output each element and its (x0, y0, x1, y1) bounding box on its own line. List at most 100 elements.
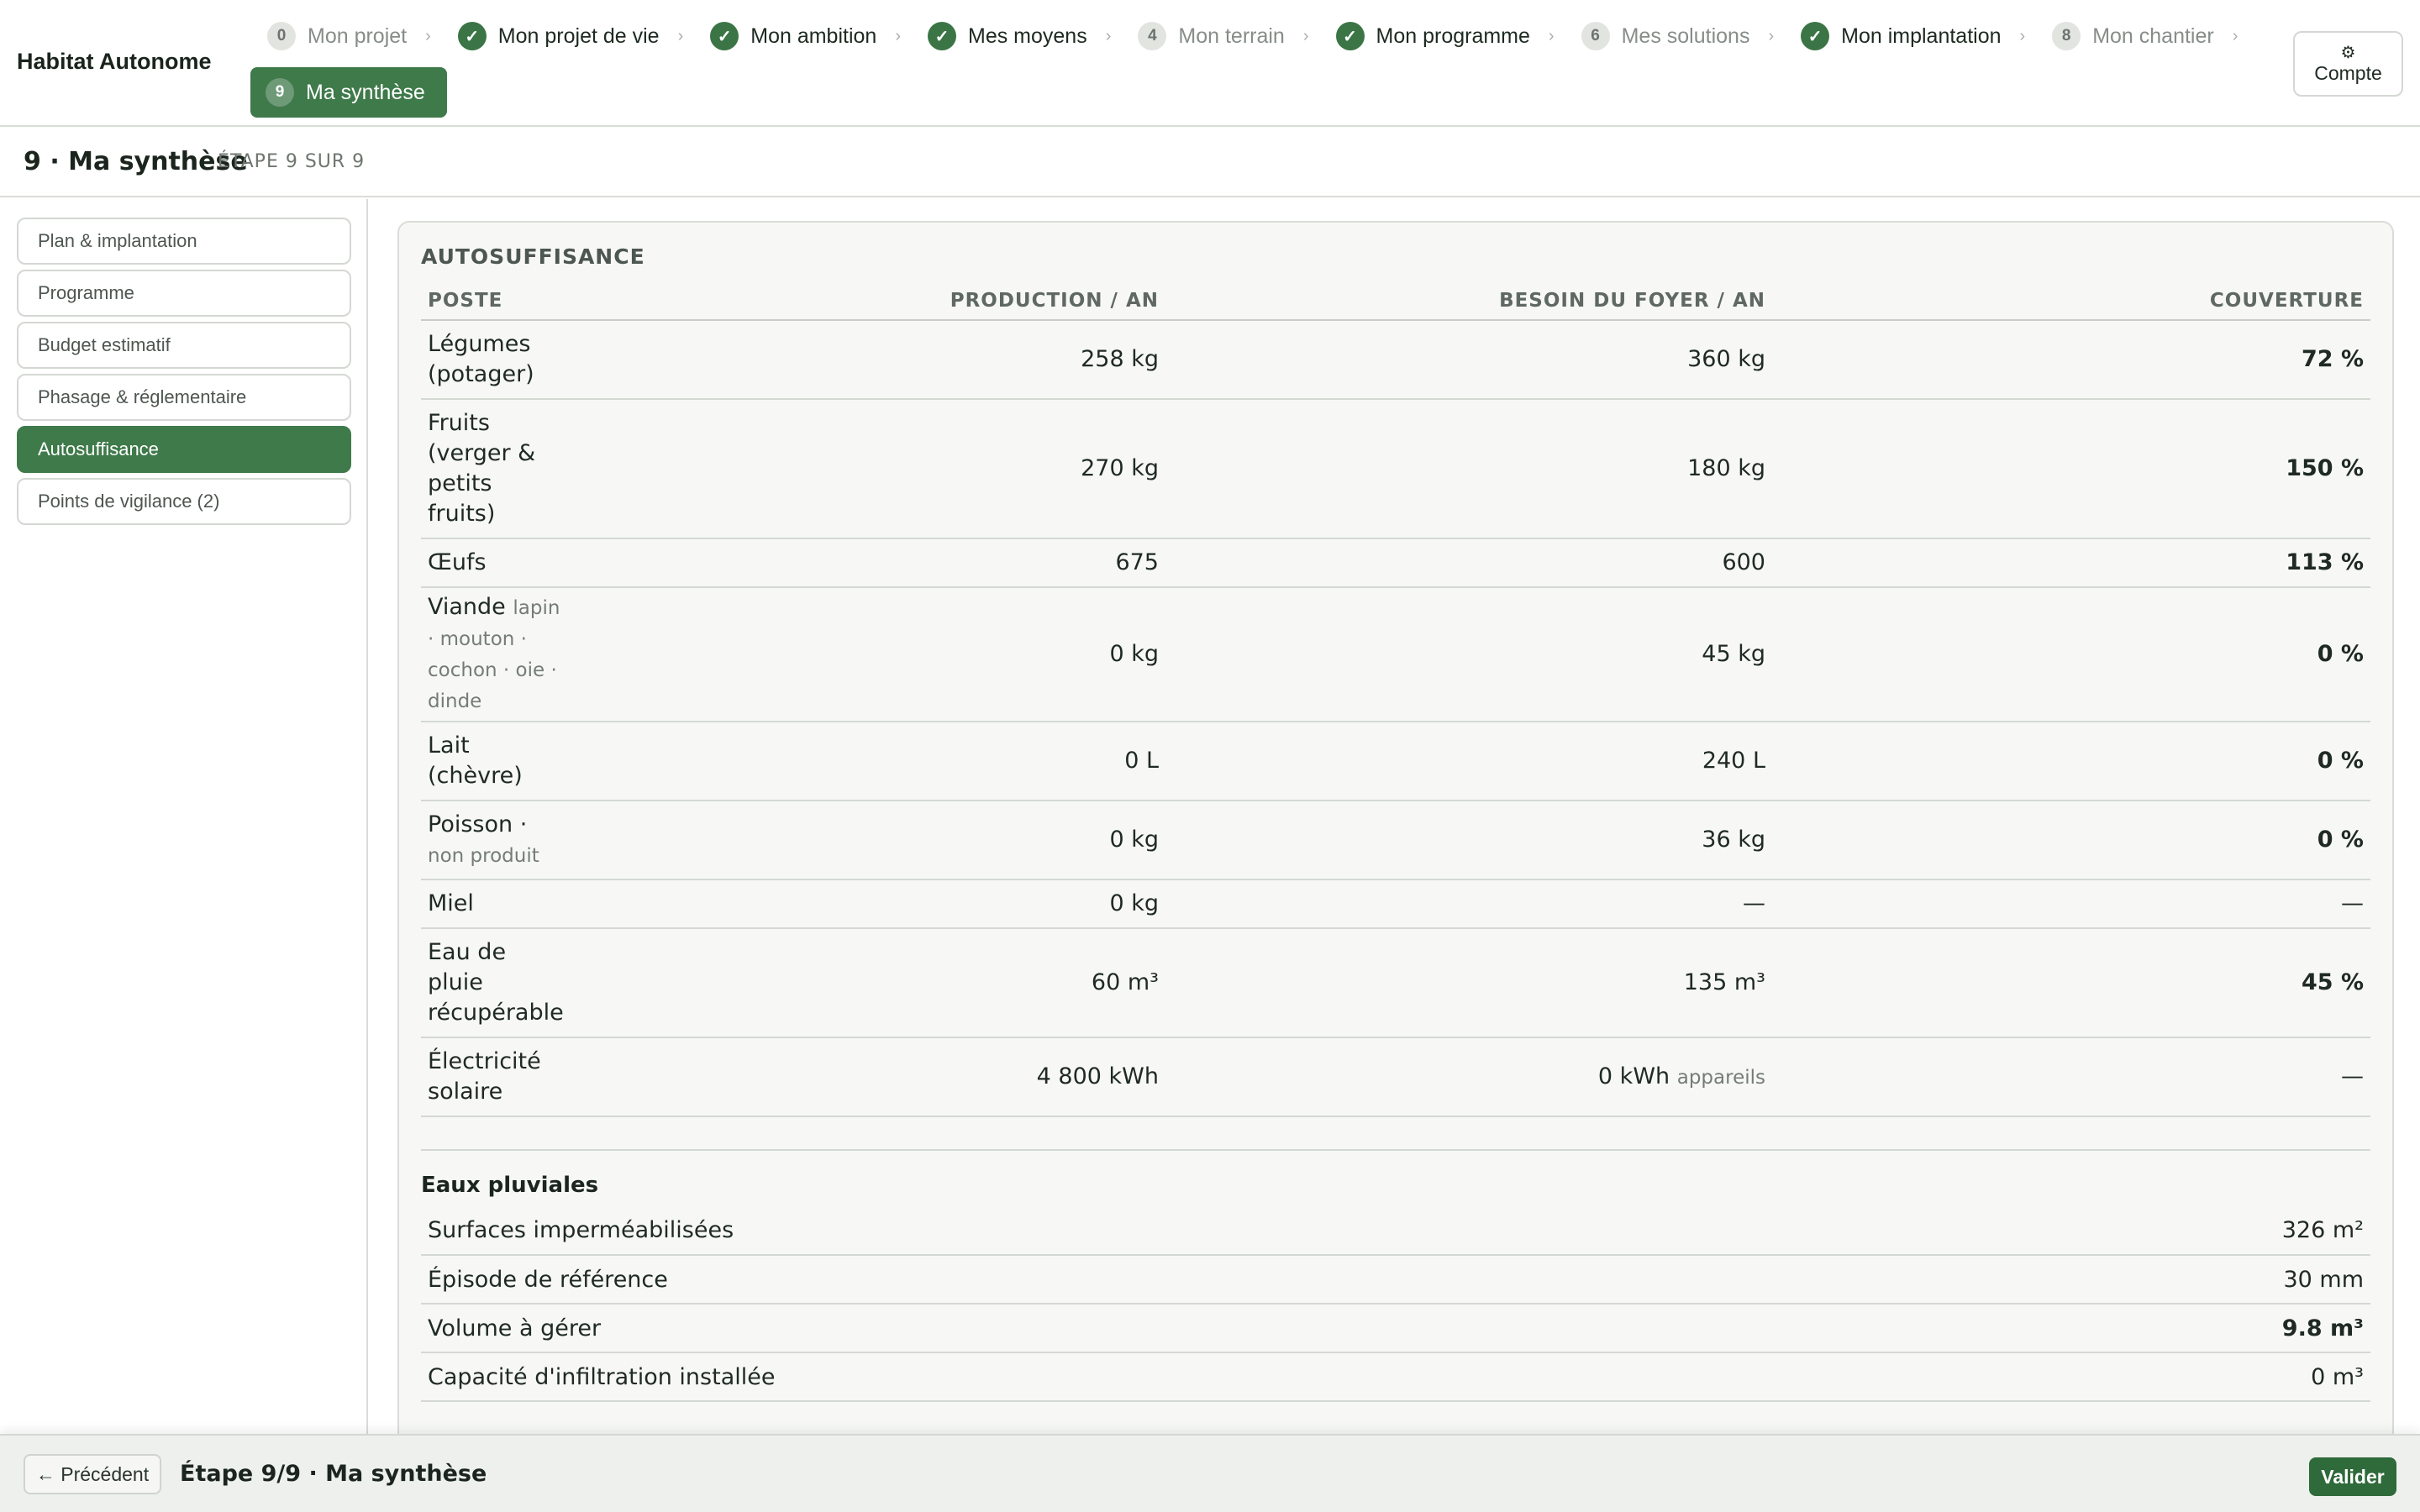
account-button[interactable]: ⚙ Compte (2293, 31, 2403, 97)
cell-besoin: 45 kg (1165, 587, 1772, 722)
poste-label: Lait (chèvre) (428, 732, 523, 789)
besoin-value: 36 kg (1702, 827, 1765, 853)
step-label: Mes moyens (968, 24, 1087, 48)
step-label: Mon projet (308, 24, 408, 48)
step-8[interactable]: 8 Mon chantier › (2035, 13, 2248, 59)
sidebar-item-label: Plan & implantation (38, 230, 197, 251)
besoin-value: 240 L (1702, 748, 1765, 774)
sidebar-item-autosuffisance[interactable]: Autosuffisance (17, 426, 351, 473)
cell-couverture: 72 % (1772, 320, 2370, 400)
table-row: Électricité solaire 4 800 kWh 0 kWh appare… (421, 1037, 2370, 1117)
poste-detail: non produit (428, 844, 539, 867)
table-row: Viande lapin · mouton · cochon · oie · d… (421, 587, 2370, 722)
besoin-value: 0 kWh (1597, 1063, 1670, 1089)
chevron-right-icon: › (1548, 26, 1555, 45)
step-label: Mon projet de vie (497, 24, 660, 48)
check-icon: ✓ (928, 22, 956, 50)
check-icon: ✓ (457, 22, 487, 50)
step-label: Mon chantier (2092, 24, 2214, 48)
rain-label: Épisode de référence (421, 1255, 1765, 1305)
table-row: Légumes (potager) 258 kg 360 kg 72 % (421, 320, 2370, 400)
cell-production: 270 kg (572, 399, 1165, 539)
sidebar-item-phasage[interactable]: Phasage & réglementaire (17, 374, 351, 421)
step-0[interactable]: 0 Mon projet › (250, 13, 441, 59)
sidebar-item-label: Budget estimatif (38, 334, 171, 355)
chevron-right-icon: › (1302, 26, 1309, 45)
sidebar-item-label: Programme (38, 282, 134, 303)
chevron-right-icon: › (2232, 26, 2238, 45)
step-label: Mon programme (1376, 24, 1530, 48)
table-row: Surfaces imperméabilisées 326 m² (421, 1206, 2370, 1256)
step-9[interactable]: 9 Ma synthèse (250, 67, 447, 118)
sidebar: Plan & implantation Programme Budget est… (0, 199, 368, 1434)
chevron-right-icon: › (895, 26, 901, 45)
table-row: Eau de pluie récupérable 60 m³ 135 m³ 45 % (421, 928, 2370, 1038)
step-3[interactable]: ✓ Mes moyens › (911, 13, 1121, 59)
step-label: Mon implantation (1841, 24, 2002, 48)
rain-value: 326 m² (1765, 1206, 2370, 1256)
chevron-right-icon: › (1768, 26, 1775, 45)
table-row: Épisode de référence 30 mm (421, 1255, 2370, 1305)
step-navigation: 0 Mon projet › ✓ Mon projet de vie › ✓ Mon ambi… (250, 13, 2284, 118)
poste-label: Fruits (verger & petits fruits) (428, 410, 536, 527)
besoin-value: 135 m³ (1683, 969, 1765, 995)
cell-couverture: 0 % (1772, 801, 2370, 880)
cell-production: 258 kg (572, 320, 1165, 400)
cell-couverture: 0 % (1772, 587, 2370, 722)
cell-poste: Œufs (421, 538, 572, 588)
cell-poste: Électricité solaire (421, 1037, 572, 1117)
sidebar-item-programme[interactable]: Programme (17, 270, 351, 317)
cell-besoin: 600 (1165, 538, 1772, 588)
top-bar: Habitat Autonome 0 Mon projet › ✓ Mon projet… (0, 0, 2420, 127)
step-1[interactable]: ✓ Mon projet de vie › (441, 13, 693, 59)
cell-besoin: 135 m³ (1165, 928, 1772, 1038)
chevron-right-icon: › (677, 26, 684, 45)
table-header-row: POSTE PRODUCTION / AN BESOIN DU FOYER / … (421, 281, 2370, 321)
step-7[interactable]: ✓ Mon implantation › (1784, 13, 2035, 59)
cell-poste: Miel (421, 879, 572, 929)
table-row: Fruits (verger & petits fruits) 270 kg 180… (421, 399, 2370, 539)
sidebar-item-plan-implantation[interactable]: Plan & implantation (17, 218, 351, 265)
poste-label: Légumes (potager) (428, 331, 534, 387)
cell-couverture: — (1772, 1037, 2370, 1117)
cell-poste: Poisson · non produit (421, 801, 572, 880)
poste-label: Œufs (428, 549, 487, 575)
check-icon: ✓ (1335, 22, 1365, 50)
besoin-value: 45 kg (1702, 641, 1765, 667)
previous-button[interactable]: ← Précédent (24, 1454, 161, 1494)
step-4[interactable]: 4 Mon terrain › (1121, 13, 1318, 59)
cell-production: 675 (572, 538, 1165, 588)
table-row: Miel 0 kg — — (421, 879, 2370, 929)
account-label: Compte (2314, 61, 2382, 84)
main-content: AUTOSUFFISANCE POSTE PRODUCTION / AN BES… (370, 199, 2420, 1434)
eaux-pluviales-table: Surfaces imperméabilisées 326 m² Épisode d… (421, 1206, 2370, 1402)
besoin-detail: appareils (1676, 1066, 1765, 1089)
step-number-badge: 8 (2052, 22, 2081, 50)
app-title: Habitat Autonome (17, 49, 212, 74)
besoin-value: 600 (1722, 549, 1765, 575)
validate-button[interactable]: Valider (2309, 1457, 2396, 1496)
check-icon: ✓ (710, 22, 739, 50)
step-number-badge: 6 (1581, 22, 1610, 50)
table-row: Capacité d'infiltration installée 0 m³ (421, 1352, 2370, 1402)
cell-poste: Viande lapin · mouton · cochon · oie · d… (421, 587, 572, 722)
sidebar-item-budget[interactable]: Budget estimatif (17, 322, 351, 369)
sidebar-item-points-vigilance[interactable]: Points de vigilance (2) (17, 478, 351, 525)
rain-label: Surfaces imperméabilisées (421, 1206, 1765, 1256)
besoin-value: 360 kg (1687, 346, 1765, 372)
table-row: Lait (chèvre) 0 L 240 L 0 % (421, 722, 2370, 801)
step-number-badge: 9 (266, 78, 294, 107)
cell-besoin: 180 kg (1165, 399, 1772, 539)
cell-production: 4 800 kWh (572, 1037, 1165, 1117)
step-6[interactable]: 6 Mes solutions › (1565, 13, 1785, 59)
cell-couverture: 113 % (1772, 538, 2370, 588)
chevron-right-icon: › (2019, 26, 2026, 45)
step-2[interactable]: ✓ Mon ambition › (693, 13, 911, 59)
sidebar-item-label: Phasage & réglementaire (38, 386, 247, 407)
cell-couverture: 45 % (1772, 928, 2370, 1038)
rain-label: Capacité d'infiltration installée (421, 1352, 1765, 1402)
footer-bar: ← Précédent Étape 9/9 · Ma synthèse Vali… (0, 1434, 2420, 1512)
autosuffisance-card: AUTOSUFFISANCE POSTE PRODUCTION / AN BES… (397, 221, 2394, 1434)
table-row: Volume à gérer 9.8 m³ (421, 1304, 2370, 1353)
step-5[interactable]: ✓ Mon programme › (1319, 13, 1565, 59)
